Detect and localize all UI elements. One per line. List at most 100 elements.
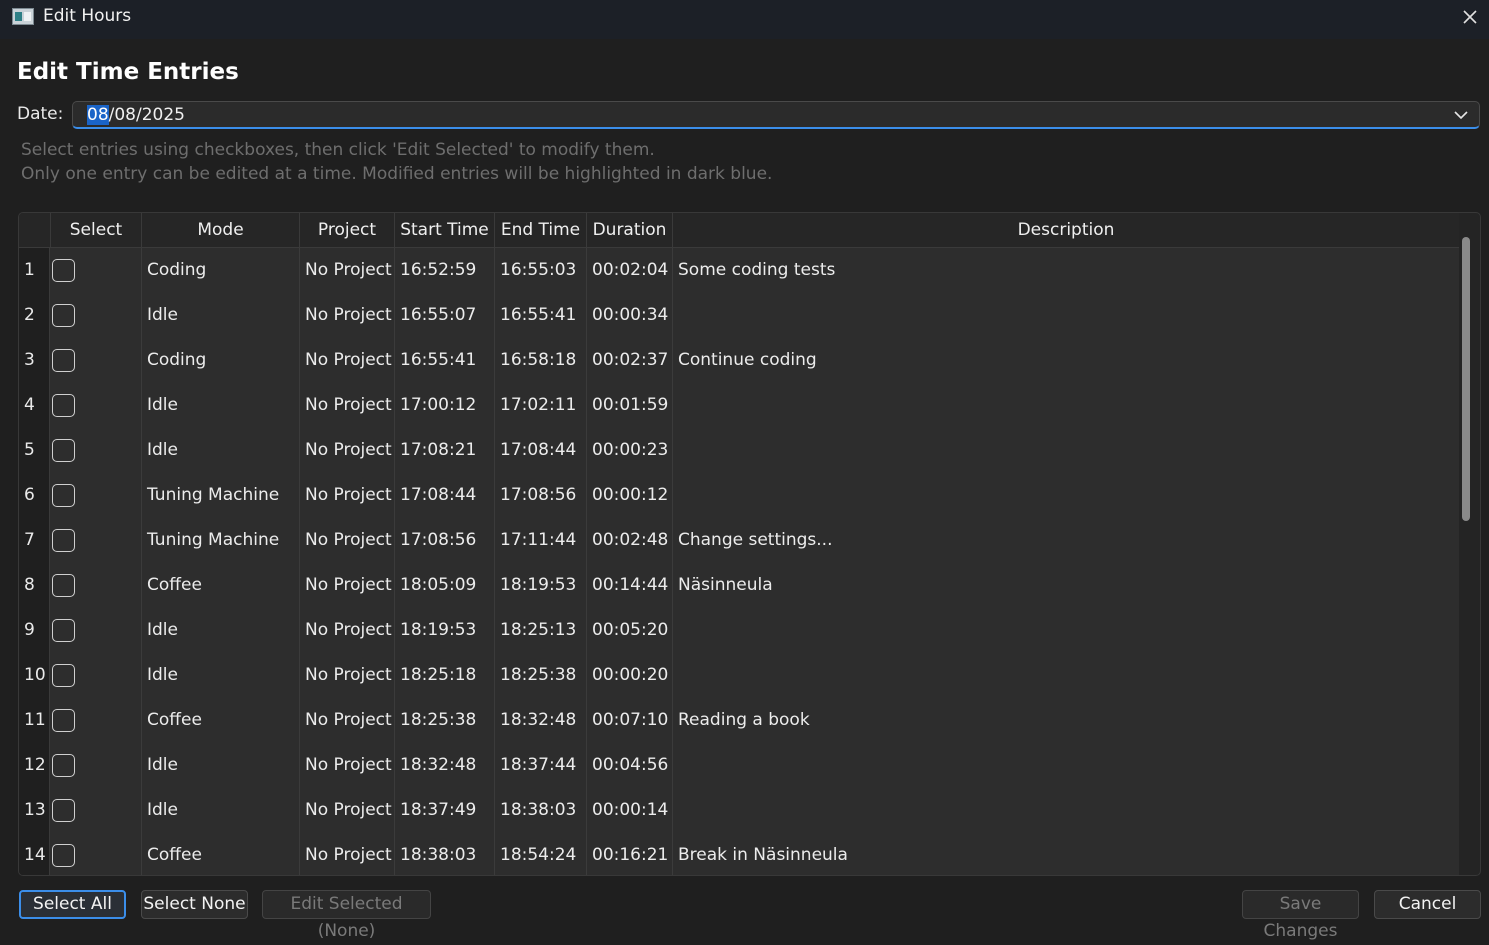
cell-project[interactable]: No Project — [299, 518, 394, 563]
cell-description[interactable] — [672, 383, 1459, 428]
cell-start-time[interactable]: 18:05:09 — [394, 563, 494, 608]
cell-start-time[interactable]: 16:55:07 — [394, 293, 494, 338]
cell-start-time[interactable]: 17:08:44 — [394, 473, 494, 518]
cell-description[interactable]: Näsinneula — [672, 563, 1459, 608]
cell-mode[interactable]: Idle — [141, 383, 299, 428]
table-row[interactable]: 3 Coding No Project 16:55:41 16:58:18 00:02:3… — [19, 338, 1459, 383]
table-row[interactable]: 14 Coffee No Project 18:38:03 18:54:24 00:16:… — [19, 833, 1459, 875]
cancel-button[interactable]: Cancel — [1374, 890, 1481, 919]
row-checkbox[interactable] — [52, 574, 75, 597]
cell-project[interactable]: No Project — [299, 563, 394, 608]
header-description[interactable]: Description — [672, 213, 1459, 248]
cell-project[interactable]: No Project — [299, 338, 394, 383]
header-select[interactable]: Select — [50, 213, 141, 248]
cell-description[interactable] — [672, 608, 1459, 653]
cell-start-time[interactable]: 16:55:41 — [394, 338, 494, 383]
select-all-button[interactable]: Select All — [19, 890, 126, 919]
cell-description[interactable] — [672, 473, 1459, 518]
cell-mode[interactable]: Idle — [141, 743, 299, 788]
cell-mode[interactable]: Idle — [141, 428, 299, 473]
cell-project[interactable]: No Project — [299, 833, 394, 875]
table-row[interactable]: 13 Idle No Project 18:37:49 18:38:03 00:00:14 — [19, 788, 1459, 833]
table-row[interactable]: 10 Idle No Project 18:25:18 18:25:38 00:00:20 — [19, 653, 1459, 698]
cell-duration[interactable]: 00:14:44 — [586, 563, 672, 608]
cell-mode[interactable]: Idle — [141, 653, 299, 698]
cell-end-time[interactable]: 16:58:18 — [494, 338, 586, 383]
row-checkbox[interactable] — [52, 394, 75, 417]
cell-end-time[interactable]: 17:02:11 — [494, 383, 586, 428]
cell-duration[interactable]: 00:00:34 — [586, 293, 672, 338]
table-row[interactable]: 9 Idle No Project 18:19:53 18:25:13 00:05:20 — [19, 608, 1459, 653]
cell-description[interactable]: Change settings... — [672, 518, 1459, 563]
cell-start-time[interactable]: 16:52:59 — [394, 248, 494, 293]
cell-project[interactable]: No Project — [299, 788, 394, 833]
cell-project[interactable]: No Project — [299, 383, 394, 428]
cell-project[interactable]: No Project — [299, 608, 394, 653]
cell-mode[interactable]: Coffee — [141, 698, 299, 743]
cell-mode[interactable]: Idle — [141, 608, 299, 653]
row-checkbox[interactable] — [52, 709, 75, 732]
cell-end-time[interactable]: 16:55:03 — [494, 248, 586, 293]
cell-mode[interactable]: Idle — [141, 788, 299, 833]
cell-end-time[interactable]: 18:38:03 — [494, 788, 586, 833]
row-checkbox[interactable] — [52, 754, 75, 777]
table-row[interactable]: 6 Tuning Machine No Project 17:08:44 17:08:5… — [19, 473, 1459, 518]
cell-duration[interactable]: 00:05:20 — [586, 608, 672, 653]
cell-end-time[interactable]: 17:08:44 — [494, 428, 586, 473]
row-checkbox[interactable] — [52, 529, 75, 552]
cell-mode[interactable]: Coding — [141, 338, 299, 383]
cell-duration[interactable]: 00:02:48 — [586, 518, 672, 563]
cell-project[interactable]: No Project — [299, 698, 394, 743]
table-row[interactable]: 8 Coffee No Project 18:05:09 18:19:53 00:14:4… — [19, 563, 1459, 608]
header-end-time[interactable]: End Time — [494, 213, 586, 248]
cell-start-time[interactable]: 18:32:48 — [394, 743, 494, 788]
cell-description[interactable]: Break in Näsinneula — [672, 833, 1459, 875]
header-mode[interactable]: Mode — [141, 213, 299, 248]
cell-start-time[interactable]: 18:37:49 — [394, 788, 494, 833]
cell-end-time[interactable]: 18:25:13 — [494, 608, 586, 653]
cell-mode[interactable]: Idle — [141, 293, 299, 338]
cell-duration[interactable]: 00:04:56 — [586, 743, 672, 788]
cell-end-time[interactable]: 16:55:41 — [494, 293, 586, 338]
cell-duration[interactable]: 00:02:04 — [586, 248, 672, 293]
date-value[interactable]: 08/08/2025 — [87, 105, 185, 125]
cell-duration[interactable]: 00:02:37 — [586, 338, 672, 383]
row-checkbox[interactable] — [52, 619, 75, 642]
save-changes-button[interactable]: Save Changes — [1242, 890, 1359, 941]
cell-duration[interactable]: 00:07:10 — [586, 698, 672, 743]
cell-duration[interactable]: 00:00:12 — [586, 473, 672, 518]
cell-mode[interactable]: Coding — [141, 248, 299, 293]
chevron-down-icon[interactable] — [1453, 108, 1469, 122]
vertical-scrollbar[interactable] — [1462, 237, 1470, 521]
select-none-button[interactable]: Select None — [141, 890, 248, 919]
table-row[interactable]: 5 Idle No Project 17:08:21 17:08:44 00:00:23 — [19, 428, 1459, 473]
cell-start-time[interactable]: 17:08:21 — [394, 428, 494, 473]
cell-project[interactable]: No Project — [299, 428, 394, 473]
row-checkbox[interactable] — [52, 484, 75, 507]
row-checkbox[interactable] — [52, 799, 75, 822]
cell-description[interactable]: Continue coding — [672, 338, 1459, 383]
table-row[interactable]: 7 Tuning Machine No Project 17:08:56 17:11:4… — [19, 518, 1459, 563]
row-checkbox[interactable] — [52, 844, 75, 867]
table-row[interactable]: 12 Idle No Project 18:32:48 18:37:44 00:04:56 — [19, 743, 1459, 788]
cell-end-time[interactable]: 18:32:48 — [494, 698, 586, 743]
cell-description[interactable]: Some coding tests — [672, 248, 1459, 293]
row-checkbox[interactable] — [52, 259, 75, 282]
row-checkbox[interactable] — [52, 439, 75, 462]
cell-end-time[interactable]: 17:11:44 — [494, 518, 586, 563]
header-start-time[interactable]: Start Time — [394, 213, 494, 248]
cell-description[interactable] — [672, 293, 1459, 338]
header-duration[interactable]: Duration — [586, 213, 672, 248]
cell-project[interactable]: No Project — [299, 653, 394, 698]
cell-end-time[interactable]: 18:37:44 — [494, 743, 586, 788]
header-project[interactable]: Project — [299, 213, 394, 248]
date-picker[interactable]: 08/08/2025 — [72, 101, 1480, 129]
cell-description[interactable] — [672, 428, 1459, 473]
table-row[interactable]: 2 Idle No Project 16:55:07 16:55:41 00:00:34 — [19, 293, 1459, 338]
close-button[interactable] — [1456, 3, 1484, 31]
cell-end-time[interactable]: 18:54:24 — [494, 833, 586, 875]
cell-mode[interactable]: Coffee — [141, 563, 299, 608]
cell-end-time[interactable]: 18:19:53 — [494, 563, 586, 608]
cell-project[interactable]: No Project — [299, 248, 394, 293]
cell-end-time[interactable]: 18:25:38 — [494, 653, 586, 698]
